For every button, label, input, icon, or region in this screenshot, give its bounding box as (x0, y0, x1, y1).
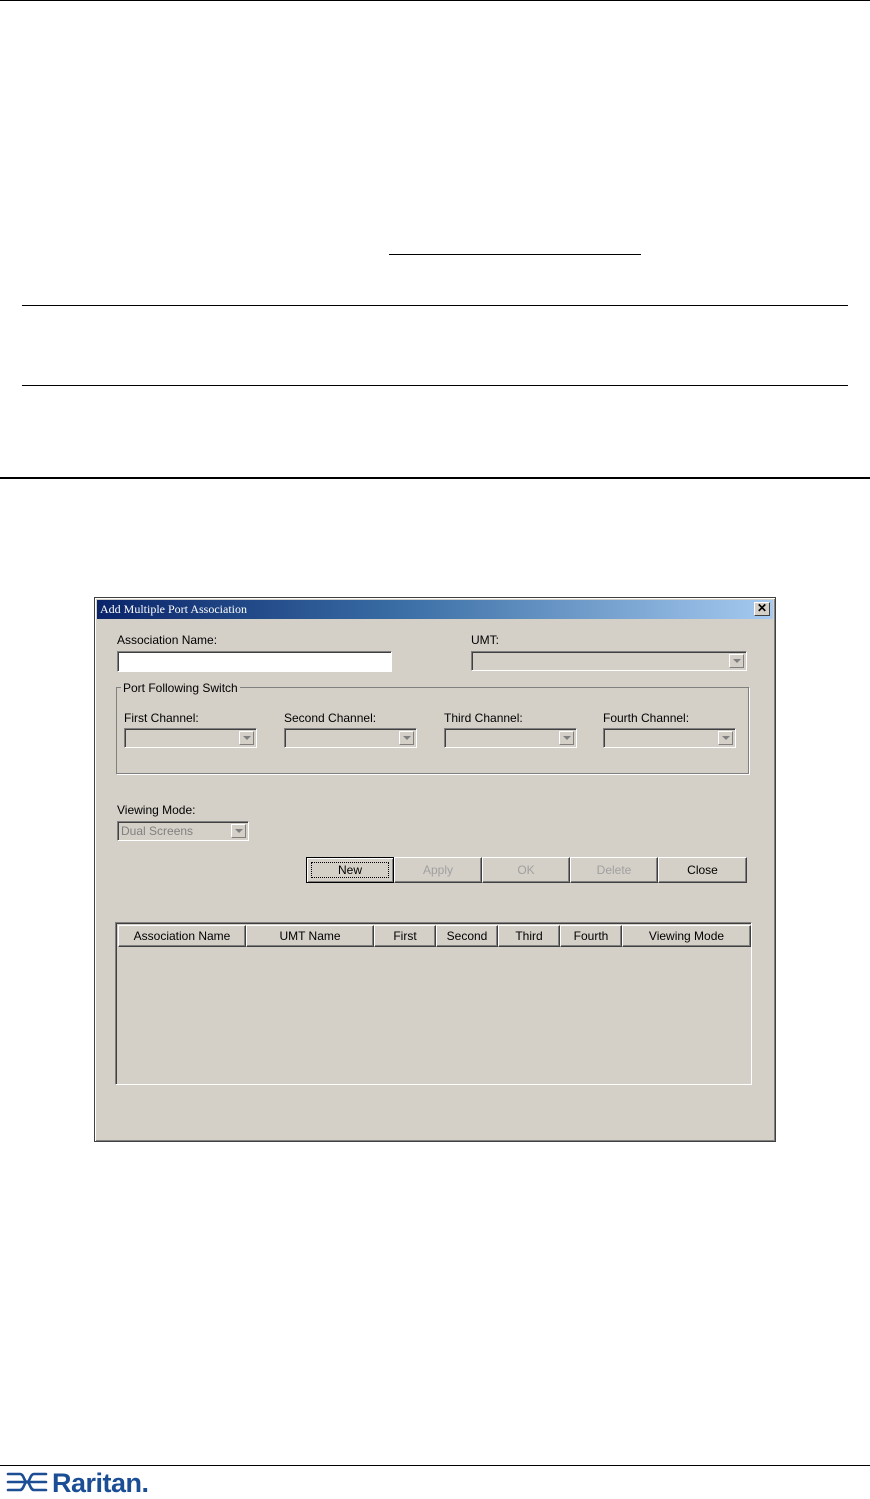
umt-label: UMT: (471, 633, 499, 647)
chevron-down-icon[interactable] (718, 731, 733, 745)
top-rule (0, 0, 870, 1)
first-channel-select[interactable] (124, 728, 257, 748)
association-name-label: Association Name: (117, 633, 218, 647)
third-channel-label: Third Channel: (444, 711, 523, 725)
footer-rule (0, 1465, 870, 1466)
raritan-wordmark: Raritan. (52, 1468, 149, 1498)
fourth-channel-select[interactable] (603, 728, 736, 748)
dialog-titlebar[interactable]: Add Multiple Port Association ✕ (97, 600, 773, 619)
chevron-down-icon[interactable] (239, 731, 254, 745)
note-top-rule (22, 305, 848, 306)
column-umt-name[interactable]: UMT Name (246, 925, 374, 947)
chevron-down-icon[interactable] (399, 731, 414, 745)
table-header: Association Name UMT Name First Second T… (118, 925, 751, 947)
association-name-input[interactable] (117, 651, 392, 672)
raritan-logo-icon (6, 1472, 48, 1492)
column-first[interactable]: First (374, 925, 436, 947)
dialog-title: Add Multiple Port Association (100, 602, 247, 616)
close-icon[interactable]: ✕ (754, 602, 770, 616)
fourth-channel-label: Fourth Channel: (603, 711, 690, 725)
chevron-down-icon[interactable] (559, 731, 574, 745)
column-second[interactable]: Second (436, 925, 498, 947)
column-third[interactable]: Third (498, 925, 560, 947)
add-multiple-port-association-dialog: Add Multiple Port Association ✕ Associat… (94, 597, 776, 1142)
link-underline (389, 254, 641, 255)
first-channel-label: First Channel: (124, 711, 199, 725)
viewing-mode-label: Viewing Mode: (117, 803, 196, 817)
associations-table: Association Name UMT Name First Second T… (115, 922, 752, 1085)
port-following-switch-label: Port Following Switch (121, 681, 240, 695)
raritan-logo: Raritan. (6, 1468, 176, 1498)
section-rule (0, 477, 870, 479)
second-channel-label: Second Channel: (284, 711, 377, 725)
new-button[interactable]: New (306, 857, 394, 883)
delete-button[interactable]: Delete (570, 857, 658, 883)
third-channel-select[interactable] (444, 728, 577, 748)
chevron-down-icon[interactable] (729, 654, 744, 668)
umt-select[interactable] (471, 651, 747, 671)
chevron-down-icon[interactable] (231, 824, 246, 838)
table-body[interactable] (118, 947, 749, 1082)
column-association-name[interactable]: Association Name (118, 925, 246, 947)
column-fourth[interactable]: Fourth (560, 925, 622, 947)
ok-button[interactable]: OK (482, 857, 570, 883)
note-bottom-rule (22, 385, 848, 386)
apply-button[interactable]: Apply (394, 857, 482, 883)
close-button[interactable]: Close (658, 857, 747, 883)
viewing-mode-select[interactable]: Dual Screens (117, 821, 249, 841)
column-viewing-mode[interactable]: Viewing Mode (622, 925, 751, 947)
second-channel-select[interactable] (284, 728, 417, 748)
